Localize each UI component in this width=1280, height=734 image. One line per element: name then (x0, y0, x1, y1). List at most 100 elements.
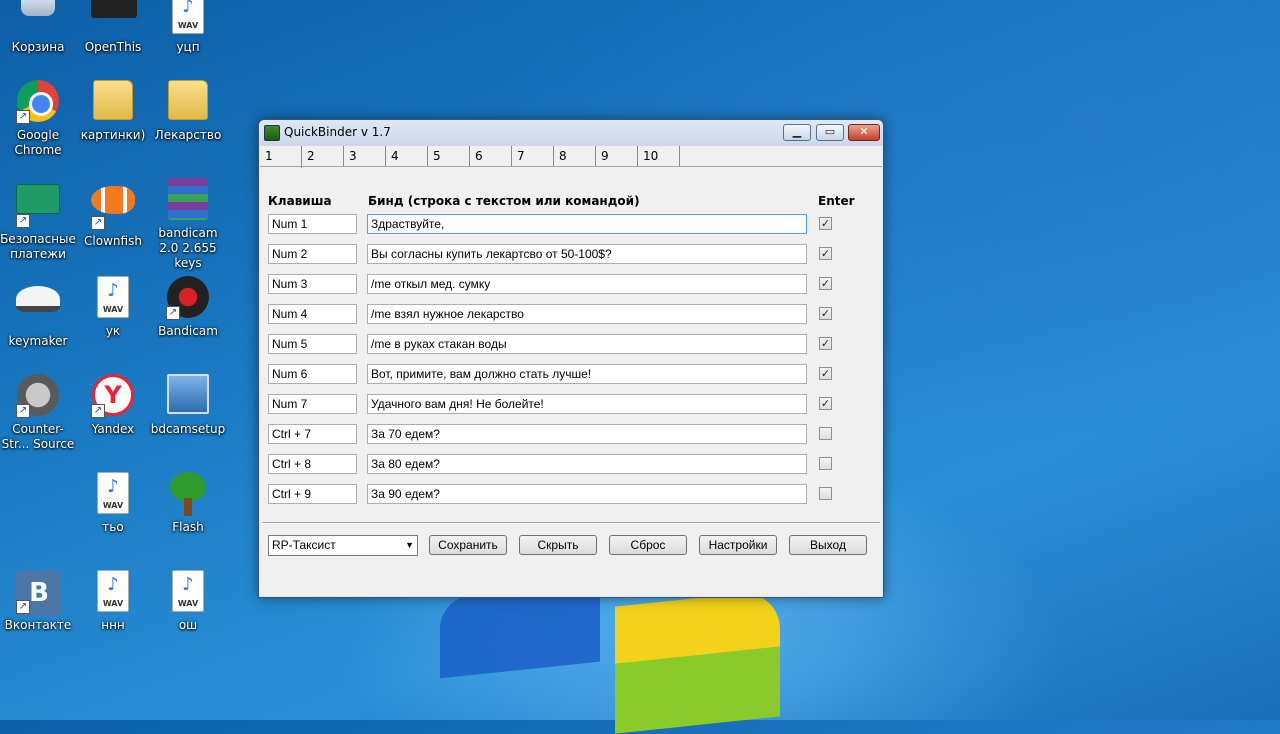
desktop-icon-yandex[interactable]: Y ↗ Yandex (75, 374, 151, 437)
enter-checkbox[interactable] (819, 487, 832, 500)
exit-button[interactable]: Выход (789, 535, 867, 555)
close-button[interactable]: ✕ (848, 124, 880, 141)
desktop-icon-label: ннн (101, 618, 125, 632)
key-field[interactable]: Num 4 (268, 304, 357, 324)
shortcut-arrow-icon: ↗ (91, 404, 105, 418)
desktop-icon-label: Yandex (91, 422, 135, 436)
desktop-icon-wav-osh[interactable]: ♪ WAV ош (150, 570, 226, 633)
shortcut-arrow-icon: ↗ (16, 110, 30, 124)
bind-text-field[interactable]: За 90 едем? (367, 484, 807, 504)
shortcut-arrow-icon: ↗ (16, 214, 30, 228)
tab-9[interactable]: 9 (596, 146, 638, 166)
desktop-icon-vkontakte[interactable]: B ↗ Вконтакте (0, 570, 76, 633)
desktop-icon-clownfish[interactable]: ↗ Clownfish (75, 178, 151, 249)
key-field[interactable]: Num 5 (268, 334, 357, 354)
desktop-icon-google-chrome[interactable]: ↗ Google Chrome (0, 80, 76, 158)
header-key: Клавиша (268, 194, 332, 208)
save-button[interactable]: Сохранить (429, 535, 507, 555)
desktop-icon-label: keymaker (8, 334, 68, 348)
desktop-icon-label: Clownfish (84, 234, 142, 248)
key-field[interactable]: Num 1 (268, 214, 357, 234)
wav-file-icon: ♪ WAV (91, 570, 135, 614)
desktop-icon-label: ош (178, 618, 198, 632)
enter-checkbox[interactable]: ✓ (819, 367, 832, 380)
hide-button[interactable]: Скрыть (519, 535, 597, 555)
bind-text-field[interactable]: За 70 едем? (367, 424, 807, 444)
bind-text-field[interactable]: /me откыл мед. сумку (367, 274, 807, 294)
desktop-icon-counter-strike[interactable]: ↗ Counter-Str... Source (0, 374, 76, 452)
desktop-icon-safe-payments[interactable]: ↗ Безопасные платежи (0, 178, 76, 262)
window-titlebar[interactable]: QuickBinder v 1.7 ▁ ▭ ✕ (259, 120, 883, 146)
enter-checkbox[interactable]: ✓ (819, 337, 832, 350)
bind-text-field[interactable]: Вот, примите, вам должно стать лучше! (367, 364, 807, 384)
tab-1[interactable]: 1 (260, 146, 302, 168)
bind-text-field[interactable]: /me взял нужное лекарство (367, 304, 807, 324)
desktop-icon-wav-nnn[interactable]: ♪ WAV ннн (75, 570, 151, 633)
profile-select-value: RP-Таксист (272, 538, 336, 552)
recycle-bin-icon (16, 0, 60, 36)
key-field[interactable]: Ctrl + 8 (268, 454, 357, 474)
desktop-icon-recycle-bin[interactable]: Корзина (0, 0, 76, 55)
desktop-icon-wav-tyo[interactable]: ♪ WAV тьо (75, 472, 151, 535)
winrar-archive-icon (166, 178, 210, 222)
key-field[interactable]: Num 6 (268, 364, 357, 384)
tab-2[interactable]: 2 (302, 146, 344, 166)
key-field[interactable]: Ctrl + 7 (268, 424, 357, 444)
desktop-icon-flash[interactable]: Flash (150, 472, 226, 535)
key-field[interactable]: Num 7 (268, 394, 357, 414)
desktop-icon-bandicam[interactable]: ↗ Bandicam (150, 276, 226, 339)
desktop-icon-label: bdcamsetup (150, 422, 226, 436)
desktop-icon-bdcamsetup[interactable]: bdcamsetup (150, 374, 226, 437)
key-field[interactable]: Num 2 (268, 244, 357, 264)
bind-text-field[interactable]: Здраствуйте, (367, 214, 807, 234)
bind-text-field[interactable]: /me в руках стакан воды (367, 334, 807, 354)
enter-checkbox[interactable]: ✓ (819, 217, 832, 230)
tab-5[interactable]: 5 (428, 146, 470, 166)
tab-8[interactable]: 8 (554, 146, 596, 166)
bind-text-field[interactable]: За 80 едем? (367, 454, 807, 474)
desktop-icon-wav-uk[interactable]: ♪ WAV ук (75, 276, 151, 339)
chrome-icon: ↗ (16, 80, 60, 124)
enter-checkbox[interactable]: ✓ (819, 277, 832, 290)
profile-select[interactable]: RP-Таксист ▼ (268, 535, 418, 556)
settings-button[interactable]: Настройки (699, 535, 777, 555)
tab-10[interactable]: 10 (638, 146, 680, 166)
bind-text-field[interactable]: Удачного вам дня! Не болейте! (367, 394, 807, 414)
bind-row: Ctrl + 7 За 70 едем? (260, 424, 882, 446)
desktop-icon-label: Лекарство (154, 128, 222, 142)
reset-button[interactable]: Сброс (609, 535, 687, 555)
bind-row: Num 4 /me взял нужное лекарство ✓ (260, 304, 882, 326)
tab-3[interactable]: 3 (344, 146, 386, 166)
bind-row: Ctrl + 9 За 90 едем? (260, 484, 882, 506)
shortcut-arrow-icon: ↗ (16, 600, 30, 614)
wav-file-icon: ♪ WAV (166, 0, 210, 36)
tab-6[interactable]: 6 (470, 146, 512, 166)
counter-strike-icon: ↗ (16, 374, 60, 418)
desktop-icon-wav-ucp[interactable]: ♪ WAV уцп (150, 0, 226, 55)
desktop-icon-label: тьо (102, 520, 124, 534)
desktop-icon-label: Flash (172, 520, 204, 534)
key-field[interactable]: Ctrl + 9 (268, 484, 357, 504)
desktop-icon-keymaker[interactable]: keymaker (0, 276, 76, 349)
desktop-icon-openthis[interactable]: OpenThis (75, 0, 151, 55)
desktop-icon-label: ук (105, 324, 121, 338)
wav-file-icon: ♪ WAV (166, 570, 210, 614)
tab-4[interactable]: 4 (386, 146, 428, 166)
desktop-icon-label: картинки) (80, 128, 146, 142)
enter-checkbox[interactable] (819, 427, 832, 440)
key-field[interactable]: Num 3 (268, 274, 357, 294)
bind-text-field[interactable]: Вы согласны купить лекартсво от 50-100$? (367, 244, 807, 264)
enter-checkbox[interactable]: ✓ (819, 247, 832, 260)
tab-7[interactable]: 7 (512, 146, 554, 166)
enter-checkbox[interactable]: ✓ (819, 397, 832, 410)
enter-checkbox[interactable]: ✓ (819, 307, 832, 320)
desktop-icon-pictures-folder[interactable]: картинки) (75, 80, 151, 143)
bind-row: Num 7 Удачного вам дня! Не болейте! ✓ (260, 394, 882, 416)
minimize-button[interactable]: ▁ (783, 124, 811, 141)
desktop-icon-bandicam-keys[interactable]: bandicam 2.0 2.655 keys (150, 178, 226, 271)
maximize-button[interactable]: ▭ (816, 124, 844, 141)
desktop-icon-medicine-folder[interactable]: Лекарство (150, 80, 226, 143)
folder-icon (166, 80, 210, 124)
wav-file-icon: ♪ WAV (91, 276, 135, 320)
enter-checkbox[interactable] (819, 457, 832, 470)
